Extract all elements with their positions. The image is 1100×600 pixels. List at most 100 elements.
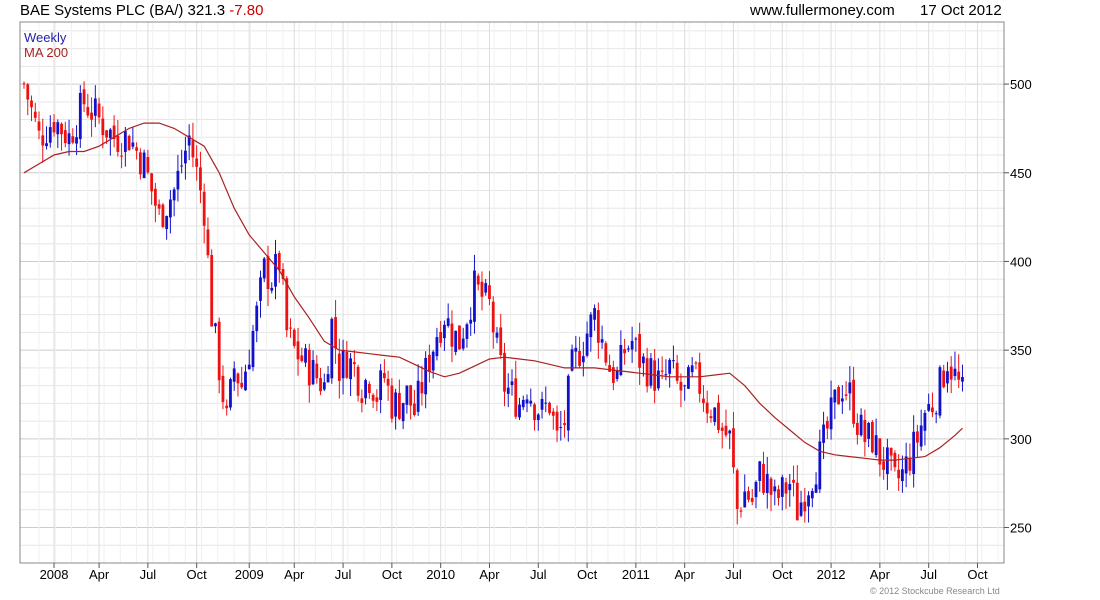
candle-body: [668, 359, 672, 374]
candle-body: [529, 400, 533, 404]
candle-body: [127, 135, 131, 151]
candle-body: [825, 420, 829, 429]
x-tick-label: Oct: [187, 567, 208, 582]
candle-body: [735, 470, 739, 509]
candle-body: [829, 397, 833, 430]
candle-body: [169, 199, 172, 218]
candle-body: [67, 133, 71, 145]
x-tick-label: 2011: [622, 567, 650, 582]
candle-body: [885, 447, 889, 475]
candle-body: [724, 425, 728, 436]
candle-body: [705, 402, 709, 414]
candle-body: [202, 191, 206, 226]
candle-body: [101, 118, 105, 136]
candle-body: [180, 165, 184, 167]
candle-body: [657, 370, 660, 389]
candle-body: [769, 478, 773, 495]
candle-body: [397, 392, 401, 419]
candle-body: [491, 301, 495, 333]
candle-body: [544, 402, 548, 404]
candle-body: [679, 381, 683, 391]
candle-body: [810, 491, 814, 499]
copyright-label: © 2012 Stockcube Research Ltd: [870, 586, 1000, 596]
candle-body: [555, 411, 559, 431]
candle-body: [953, 368, 957, 377]
candle-body: [176, 170, 180, 190]
candle-body: [37, 121, 41, 131]
candle-body: [356, 366, 360, 396]
candle-body: [822, 424, 825, 443]
candle-body: [773, 486, 777, 492]
candle-body: [247, 364, 251, 370]
candle-body: [732, 428, 735, 468]
candle-body: [510, 381, 514, 386]
candle-body: [319, 377, 322, 392]
candle-body: [360, 398, 364, 403]
candle-body: [454, 330, 458, 352]
candle-body: [566, 375, 570, 431]
candle-body: [424, 357, 428, 395]
candle-body: [206, 229, 210, 256]
candle-body: [296, 341, 300, 360]
x-tick-label: Jul: [920, 567, 937, 582]
candle-body: [578, 350, 581, 366]
x-tick-label: Jul: [140, 567, 157, 582]
ma-200-line: [23, 122, 963, 461]
candle-body: [48, 127, 52, 143]
candle-body: [315, 363, 319, 379]
candle-body: [266, 256, 270, 290]
candle-body: [195, 158, 199, 167]
candle-body: [86, 107, 90, 116]
candle-body: [840, 398, 844, 402]
candle-body: [277, 253, 281, 271]
candle-body: [416, 380, 420, 412]
candle-body: [221, 375, 225, 403]
x-tick-label: Oct: [967, 567, 988, 582]
candle-body: [946, 371, 949, 384]
candle-body: [469, 319, 473, 324]
candle-body: [382, 373, 386, 379]
candle-body: [938, 367, 942, 416]
candle-body: [649, 358, 653, 386]
candle-body: [645, 358, 649, 387]
candle-body: [165, 216, 169, 230]
candle-body: [912, 431, 916, 474]
y-tick-label: 300: [1010, 432, 1032, 447]
candle-body: [289, 327, 292, 329]
candle-body: [758, 461, 762, 481]
y-tick-label: 450: [1010, 166, 1032, 181]
candle-body: [292, 329, 296, 346]
candle-body: [784, 482, 788, 494]
candle-body: [551, 411, 555, 416]
candle-body: [244, 371, 247, 391]
candle-body: [450, 323, 454, 347]
candle-body: [461, 338, 465, 349]
candle-body: [123, 131, 127, 152]
candle-body: [153, 188, 157, 206]
candle-body: [870, 421, 874, 453]
candle-body: [334, 317, 337, 349]
candle-body: [750, 498, 754, 502]
candle-body: [229, 379, 232, 408]
candle-body: [604, 343, 608, 363]
candle-body: [157, 204, 161, 209]
x-tick-label: Oct: [382, 567, 403, 582]
candle-body: [626, 348, 630, 350]
candle-body: [931, 407, 934, 413]
candle-body: [108, 129, 112, 139]
candle-body: [641, 356, 645, 364]
candle-body: [210, 254, 214, 327]
candle-body: [923, 412, 927, 431]
candle-body: [833, 389, 837, 403]
x-tick-label: 2010: [426, 567, 455, 582]
candle-body: [146, 156, 150, 173]
candle-body: [274, 253, 277, 287]
candle-body: [867, 422, 871, 439]
candle-body: [458, 325, 461, 350]
candle-body: [379, 370, 383, 400]
candle-body: [52, 121, 56, 133]
candle-body: [330, 318, 334, 379]
x-tick-label: 2009: [235, 567, 264, 582]
candle-body: [307, 349, 311, 386]
candle-body: [476, 275, 480, 285]
